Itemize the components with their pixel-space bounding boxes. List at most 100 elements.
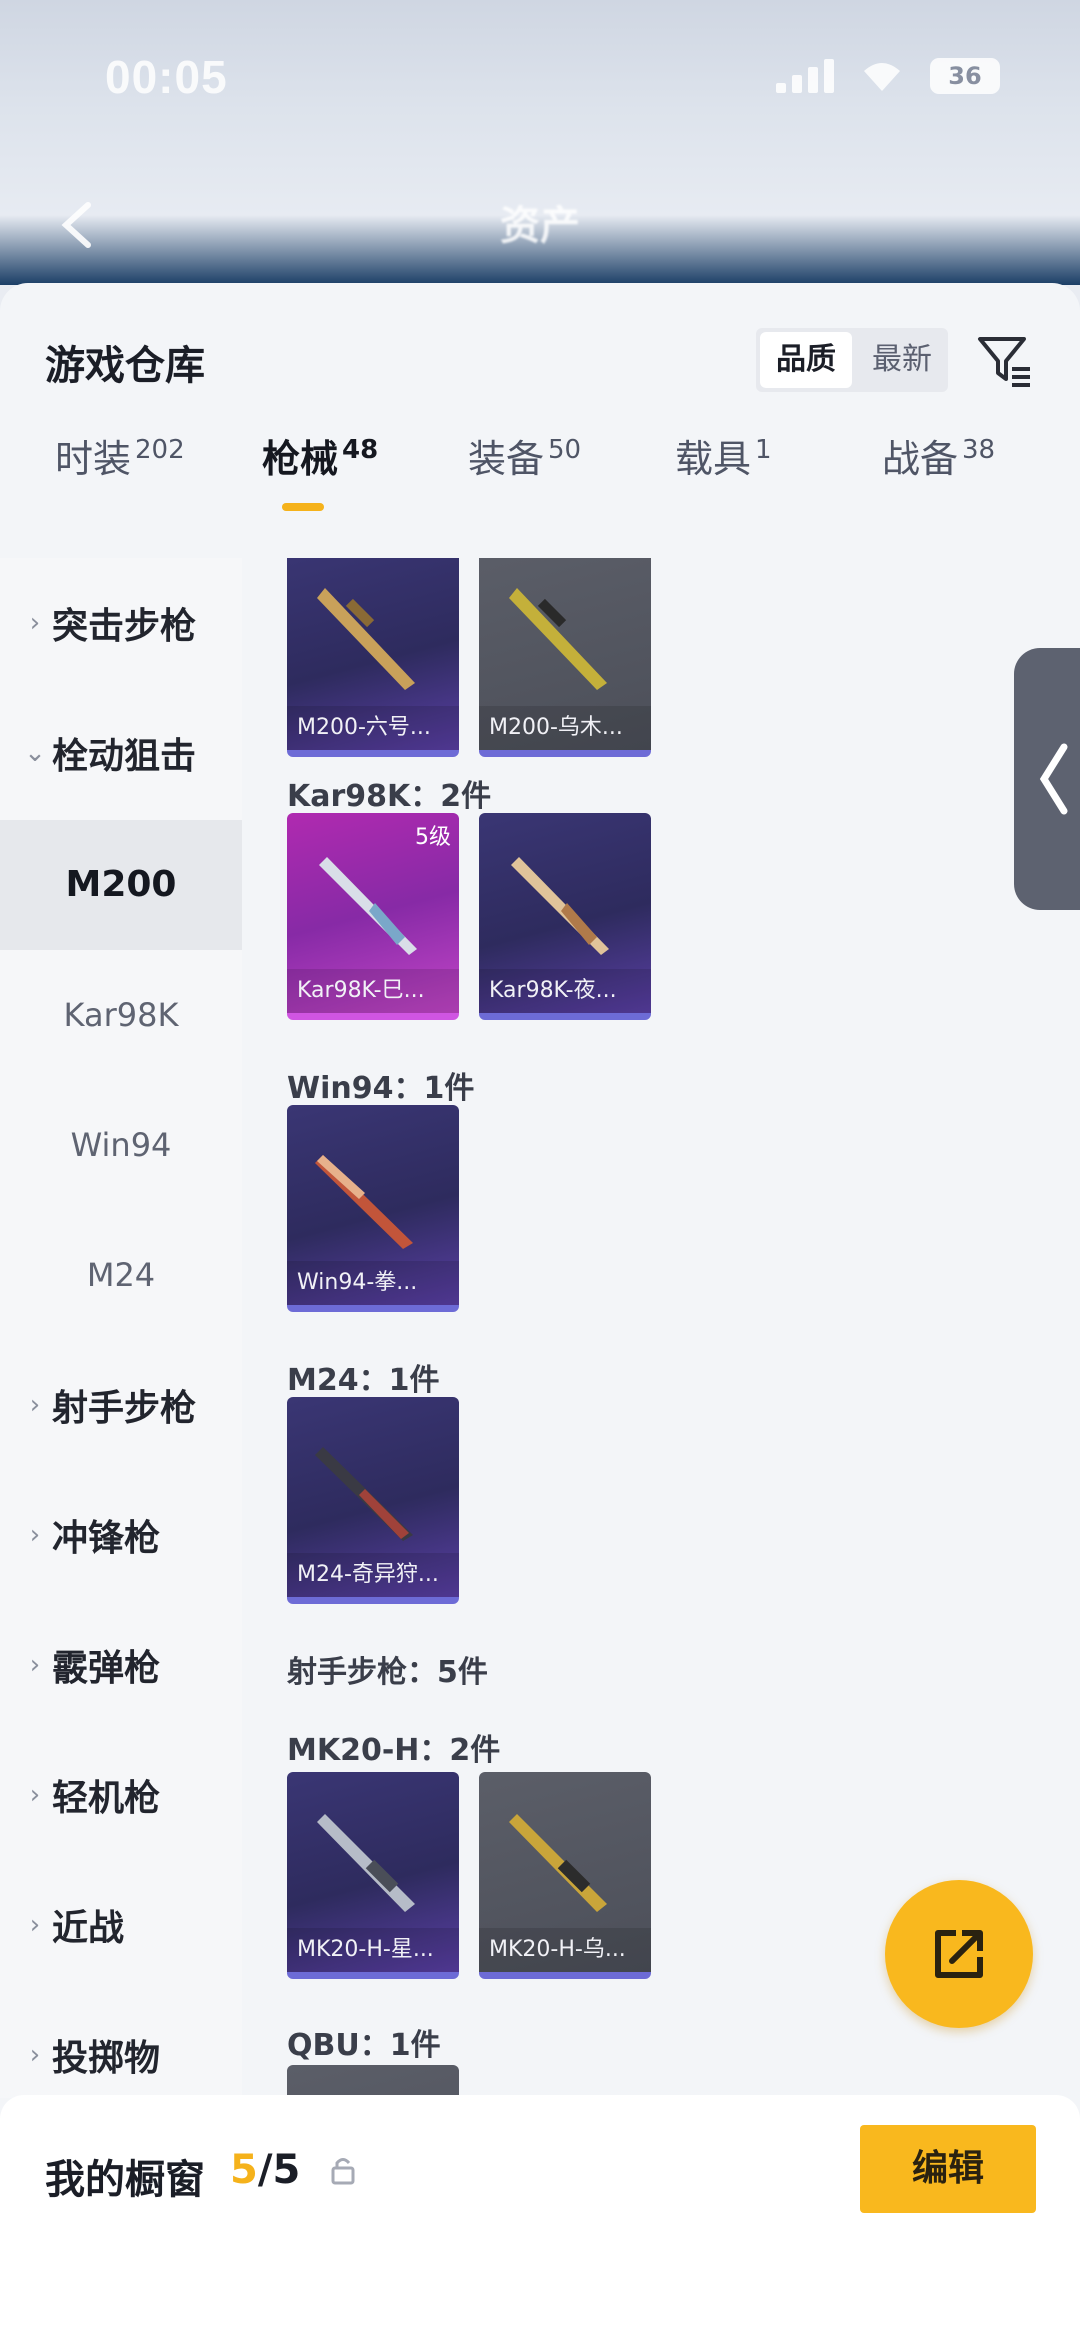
subcategory-kar98k[interactable]: Kar98K [0,950,242,1080]
item-card[interactable]: M24-奇异狩... [287,1397,459,1604]
rifle-icon [315,1155,413,1249]
showcase-count: 5/5 [230,2147,300,2193]
category-label: 突击步枪 [52,606,197,647]
page-header: 资产 [0,110,1080,285]
item-card[interactable]: 5级 Kar98K-巳... [287,813,459,1020]
rifle-icon [509,588,607,690]
tab-count: 1 [755,435,772,466]
category-bolt-sniper[interactable]: ⌄ 栓动狙击 [0,688,242,818]
category-marksman[interactable]: › 射手步枪 [0,1340,242,1470]
item-card[interactable]: Win94-拳... [287,1105,459,1312]
item-name: Kar98K-巳... [287,969,459,1013]
rifle-icon [317,1814,415,1912]
signal-icon [776,59,834,93]
nav-bar: 资产 [40,185,1040,265]
wifi-icon [860,59,904,93]
item-card[interactable]: MK20-H-星... [287,1772,459,1979]
tab-label: 战备 [882,437,959,481]
group-title: M24：1件 [287,1363,440,1398]
item-name: Win94-拳... [287,1261,459,1305]
tab-count: 50 [548,435,582,466]
lock-icon [330,2155,356,2185]
rifle-icon [315,1447,413,1541]
rifle-icon [317,588,415,690]
category-label: 近战 [52,1908,125,1949]
category-label: 轻机枪 [52,1778,161,1819]
tab-weapons[interactable]: 枪械 48 [262,428,378,483]
category-assault-rifle[interactable]: › 突击步枪 [0,558,242,688]
item-card[interactable] [287,2065,459,2098]
chevron-right-icon: › [29,1520,41,1550]
chevron-right-icon: › [29,2040,41,2070]
sort-quality[interactable]: 品质 [760,332,852,388]
drawer-arrow-icon[interactable] [1014,648,1080,910]
category-lmg[interactable]: › 轻机枪 [0,1730,242,1860]
item-name: M200-乌木... [479,706,651,750]
item-card[interactable]: MK20-H-乌... [479,1772,651,1979]
warehouse-sheet: 游戏仓库 品质 最新 时装202 枪械48 装备50 载具1 战备38 [0,283,1080,2341]
chevron-right-icon: › [29,608,41,638]
subcategory-m24[interactable]: M24 [0,1210,242,1340]
item-name: M200-六号... [287,706,459,750]
group-title: Kar98K：2件 [287,779,492,814]
tab-label: 载具 [675,437,752,481]
subcategory-win94[interactable]: Win94 [0,1080,242,1210]
category-label: 投掷物 [52,2038,161,2079]
category-label: 冲锋枪 [52,1518,161,1559]
tab-vehicles[interactable]: 载具 1 [675,428,772,483]
tab-label: 时装 [55,437,132,481]
item-name: Kar98K-夜... [479,969,651,1013]
category-label: 霰弹枪 [52,1648,161,1689]
rifle-icon [509,1814,607,1912]
item-name: MK20-H-星... [287,1928,459,1972]
sheet-title: 游戏仓库 [45,343,205,389]
rifle-icon [511,857,609,955]
category-smg[interactable]: › 冲锋枪 [0,1470,242,1600]
group-title: Win94：1件 [287,1071,475,1106]
group-title: 射手步枪：5件 [287,1655,488,1690]
category-sidebar: › 突击步枪 ⌄ 栓动狙击 M200 Kar98K Win94 M24 › 射手… [0,558,242,2098]
showcase-current: 5 [230,2147,258,2193]
status-icons: 36 [776,58,1000,94]
tab-count: 48 [342,435,379,466]
page-title: 资产 [500,203,580,249]
tab-label: 枪械 [262,437,339,481]
status-time: 00:05 [105,51,228,103]
tab-label: 装备 [468,437,545,481]
item-card[interactable]: M200-六号... [287,558,459,757]
category-shotgun[interactable]: › 霰弹枪 [0,1600,242,1730]
category-tabs: 时装 202 枪械 48 装备 50 载具 1 战备 38 [0,428,1080,538]
share-icon [935,1930,983,1978]
active-tab-indicator [282,503,324,511]
chevron-right-icon: › [29,1390,41,1420]
tab-supplies[interactable]: 战备 38 [882,428,995,483]
chevron-down-icon: ⌄ [24,738,46,768]
item-card[interactable]: Kar98K-夜... [479,813,651,1020]
tab-fashion[interactable]: 时装 202 [55,428,185,483]
filter-icon[interactable] [974,331,1034,391]
item-name: MK20-H-乌... [479,1928,651,1972]
chevron-right-icon: › [29,1650,41,1680]
category-label: 栓动狙击 [52,736,197,777]
group-title: QBU：1件 [287,2028,441,2063]
showcase-total: /5 [257,2147,301,2193]
rifle-icon [319,857,417,955]
category-label: 射手步枪 [52,1388,197,1429]
tab-count: 38 [962,435,996,466]
share-button[interactable] [885,1880,1033,2028]
category-melee[interactable]: › 近战 [0,1860,242,1990]
subcategory-m200[interactable]: M200 [0,820,242,950]
status-bar: 00:05 36 [0,0,1080,110]
tab-equipment[interactable]: 装备 50 [468,428,581,483]
tab-count: 202 [135,435,185,466]
edit-button[interactable]: 编辑 [860,2125,1036,2213]
sort-latest[interactable]: 最新 [856,328,948,392]
showcase-bar: 我的橱窗 5/5 编辑 [0,2095,1080,2341]
item-card[interactable]: M200-乌木... [479,558,651,757]
item-grid: M200-六号... M200-乌木... Kar98K：2件 5级 Kar98… [242,558,1080,2098]
group-title: MK20-H：2件 [287,1733,501,1768]
battery-indicator: 36 [930,58,1000,94]
back-icon[interactable] [50,195,110,255]
showcase-label: 我的橱窗 [45,2157,205,2203]
item-name: M24-奇异狩... [287,1553,459,1597]
